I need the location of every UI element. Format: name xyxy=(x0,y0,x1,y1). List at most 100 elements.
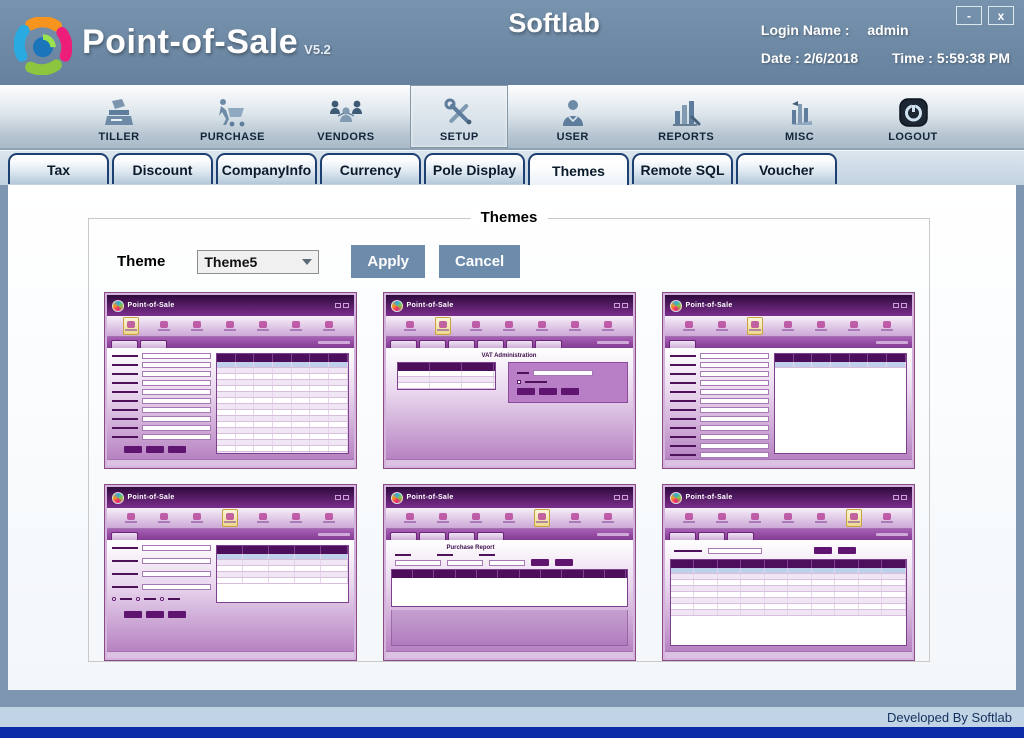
thumbnail-decor xyxy=(310,410,329,415)
thumbnail-decor xyxy=(614,303,628,308)
thumbnail-decor xyxy=(112,418,138,420)
thumbnail-decor xyxy=(325,321,333,328)
theme-thumbnail-vendors[interactable]: Point-of-Sale xyxy=(662,292,915,469)
thumbnail-decor xyxy=(292,428,311,433)
thumbnail-decor xyxy=(146,446,164,453)
thumbnail-decor xyxy=(112,434,212,440)
tab-themes[interactable]: Themes xyxy=(528,153,629,186)
thumbnail-decor xyxy=(788,610,812,615)
thumbnail-decor xyxy=(882,610,906,615)
thumbnail-decor xyxy=(254,392,273,397)
tab-pole-display[interactable]: Pole Display xyxy=(424,153,525,184)
thumbnail-decor xyxy=(741,560,765,568)
thumbnail-decor xyxy=(470,329,482,331)
thumbnail-decor xyxy=(112,407,212,413)
thumbnail-decor xyxy=(257,329,269,331)
thumbnail-decor xyxy=(217,578,347,584)
thumbnail-decor xyxy=(310,446,329,451)
themes-groupbox-legend: Themes xyxy=(471,209,548,226)
thumbnail-decor xyxy=(887,354,906,362)
toolbar-label: VENDORS xyxy=(317,131,374,143)
tab-currency[interactable]: Currency xyxy=(320,153,421,184)
thumbnail-decor xyxy=(217,560,243,565)
toolbar-item-reports[interactable]: REPORTS xyxy=(637,85,735,148)
thumbnail-decor xyxy=(741,586,765,591)
thumbnail-decor xyxy=(243,572,269,577)
thumbnail-decor xyxy=(112,416,212,422)
tab-remote-sql[interactable]: Remote SQL xyxy=(632,153,733,184)
thumbnail-decor xyxy=(310,392,329,397)
shopping-cart-icon xyxy=(215,91,249,129)
thumbnail-decor xyxy=(386,337,633,348)
thumbnail-decor xyxy=(859,610,883,615)
thumbnail-decor xyxy=(506,340,533,348)
thumbnail-decor xyxy=(674,550,702,552)
close-button[interactable]: x xyxy=(988,6,1014,25)
thumbnail-decor xyxy=(112,545,212,646)
thumbnail-decor xyxy=(273,428,292,433)
thumbnail-decor xyxy=(236,446,255,451)
toolbar-item-setup[interactable]: SETUP xyxy=(410,85,508,148)
tab-tax[interactable]: Tax xyxy=(8,153,109,184)
thumbnail-decor xyxy=(292,446,311,451)
thumbnail-decor xyxy=(846,509,862,527)
thumbnail-decor xyxy=(236,434,255,439)
thumbnail-decor xyxy=(859,560,883,568)
thumbnail-decor xyxy=(685,321,693,328)
toolbar-item-misc[interactable]: MISC xyxy=(751,85,849,148)
thumbnail-decor xyxy=(700,362,770,368)
thumbnail-decor xyxy=(329,440,348,445)
thumbnail-decor xyxy=(158,521,170,523)
tab-companyinfo[interactable]: CompanyInfo xyxy=(216,153,317,184)
toolbar-item-purchase[interactable]: PURCHASE xyxy=(183,85,281,148)
thumbnail-decor xyxy=(879,509,895,527)
theme-thumbnail-users[interactable]: Point-of-Sale xyxy=(104,484,357,661)
theme-select[interactable]: Theme5 xyxy=(197,250,319,274)
thumbnail-decor xyxy=(700,407,770,413)
thumbnail-decor xyxy=(329,380,348,385)
thumbnail-decor xyxy=(774,353,906,454)
thumbnail-decor xyxy=(694,580,718,585)
tab-voucher[interactable]: Voucher xyxy=(736,153,837,184)
cancel-button[interactable]: Cancel xyxy=(439,245,520,278)
toolbar-item-user[interactable]: USER xyxy=(524,85,622,148)
apply-button[interactable]: Apply xyxy=(351,245,425,278)
thumbnail-decor xyxy=(391,559,628,566)
thumbnail-decor xyxy=(671,610,695,615)
tab-discount[interactable]: Discount xyxy=(112,153,213,184)
thumbnail-decor xyxy=(391,569,628,607)
toolbar-item-logout[interactable]: LOGOUT xyxy=(864,85,962,148)
theme-thumbnail-vat-setup[interactable]: Point-of-SaleVAT Administration xyxy=(383,292,636,469)
toolbar-item-vendors[interactable]: VENDORS xyxy=(297,85,395,148)
thumbnail-decor xyxy=(718,592,742,597)
thumbnail-decor xyxy=(741,598,765,603)
thumbnail-decor xyxy=(112,353,212,359)
thumbnail-decor xyxy=(439,513,447,520)
thumbnail-decor xyxy=(160,597,164,601)
thumbnail-decor xyxy=(812,592,836,597)
thumbnail-decor xyxy=(517,388,619,395)
thumbnail-decor xyxy=(295,560,321,565)
thumbnail-decor xyxy=(700,443,770,449)
thumbnail-decor xyxy=(142,362,212,368)
thumbnail-decor: Point-of-Sale xyxy=(128,302,175,309)
thumbnail-decor xyxy=(694,610,718,615)
toolbar-item-tiller[interactable]: TILLER xyxy=(70,85,168,148)
thumbnail-decor xyxy=(671,592,695,597)
thumbnail-decor xyxy=(273,354,292,362)
thumbnail-decor xyxy=(236,422,255,427)
thumbnail-decor xyxy=(292,422,311,427)
minimize-button[interactable]: - xyxy=(956,6,982,25)
thumbnail-decor xyxy=(386,508,633,529)
thumbnail-decor xyxy=(462,371,494,376)
theme-thumbnail-purchase-entry[interactable]: Point-of-Sale xyxy=(104,292,357,469)
thumbnail-decor xyxy=(290,521,302,523)
thumbnail-decor xyxy=(217,404,236,409)
thumbnail-decor xyxy=(812,354,831,362)
theme-thumbnail-purchase-report[interactable]: Point-of-SalePurchase Report xyxy=(383,484,636,661)
thumbnail-decor xyxy=(112,584,212,590)
thumbnail-decor xyxy=(142,389,212,395)
thumbnail-decor xyxy=(749,329,761,331)
thumbnail-decor xyxy=(670,418,696,420)
theme-thumbnail-invoices[interactable]: Point-of-Sale xyxy=(662,484,915,661)
